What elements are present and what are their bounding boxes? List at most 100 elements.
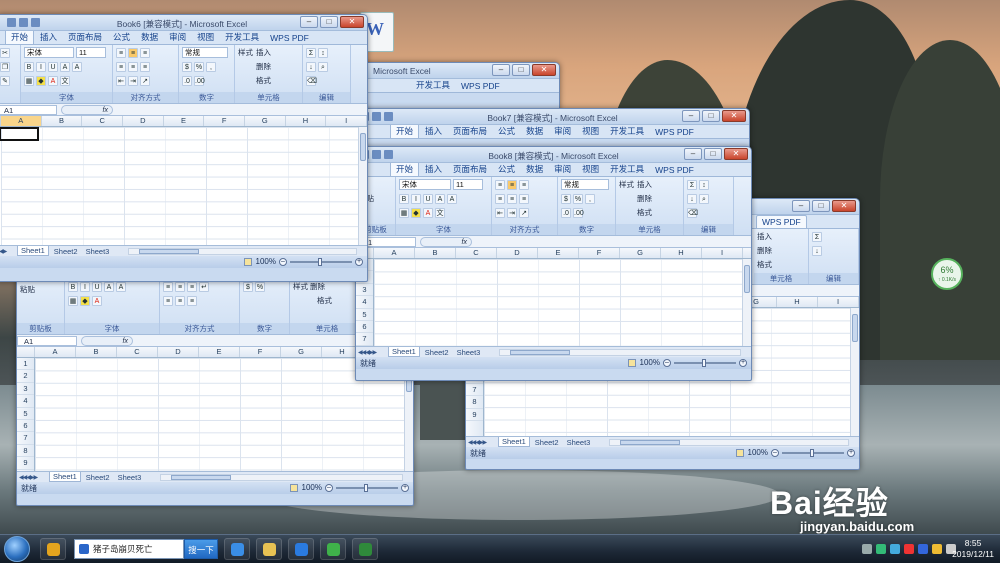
percent-icon[interactable]: % <box>194 61 204 72</box>
tab-view[interactable]: 视图 <box>192 30 219 44</box>
zoom-slider[interactable] <box>782 448 844 457</box>
tab-insert[interactable]: 插入 <box>420 124 447 138</box>
column-header[interactable]: G <box>281 347 322 357</box>
tab-review[interactable]: 审阅 <box>164 30 191 44</box>
start-button[interactable] <box>4 536 30 562</box>
zoom-level[interactable]: 100% <box>640 358 660 367</box>
fill-color-icon[interactable]: ◆ <box>411 207 421 218</box>
tab-page-layout[interactable]: 页面布局 <box>63 30 107 44</box>
sheet-nav-arrows[interactable]: ◀◀◀▶▶ <box>468 439 496 446</box>
zoom-out-button[interactable]: – <box>279 257 287 266</box>
sheet-tab[interactable]: Sheet2 <box>422 348 452 357</box>
align-bottom-icon[interactable]: ≡ <box>140 47 150 58</box>
formula-fx-button[interactable]: fx <box>420 236 472 247</box>
tab-data[interactable]: 数据 <box>521 162 548 176</box>
close-button[interactable]: ✕ <box>340 16 364 28</box>
decrease-decimal-icon[interactable]: .00 <box>573 207 584 218</box>
sum-icon[interactable]: Σ <box>687 179 697 190</box>
sort-icon[interactable]: ↕ <box>699 179 709 190</box>
row-header[interactable]: 6 <box>17 420 34 433</box>
align-right-icon[interactable]: ≡ <box>187 295 197 306</box>
align-middle-icon[interactable]: ≡ <box>175 281 185 292</box>
currency-icon[interactable]: $ <box>182 61 192 72</box>
360-browser-icon[interactable] <box>320 538 346 560</box>
increase-decimal-icon[interactable]: .0 <box>561 207 571 218</box>
shrink-font-icon[interactable]: A <box>116 281 126 292</box>
fill-icon[interactable]: ↓ <box>306 61 316 72</box>
sheet-tab[interactable]: Sheet1 <box>49 472 81 482</box>
currency-icon[interactable]: $ <box>561 193 571 204</box>
tray-icon[interactable] <box>862 544 872 554</box>
sheet-tab[interactable]: Sheet3 <box>454 348 484 357</box>
zoom-in-button[interactable]: + <box>847 448 855 457</box>
column-header[interactable]: E <box>199 347 240 357</box>
column-header[interactable]: B <box>76 347 117 357</box>
tab-view[interactable]: 视图 <box>577 162 604 176</box>
column-header[interactable]: F <box>204 116 245 126</box>
format-cells-button[interactable]: 格式 <box>757 259 772 270</box>
column-header[interactable]: B <box>415 248 456 258</box>
view-normal-icon[interactable] <box>289 483 298 492</box>
paste-button[interactable]: 粘贴 <box>20 284 35 295</box>
sheet-tab[interactable]: Sheet2 <box>83 473 113 482</box>
fill-icon[interactable]: ↓ <box>812 245 822 256</box>
row-header[interactable]: 6 <box>356 321 373 334</box>
formula-fx-button[interactable]: fx <box>61 104 113 115</box>
tab-wps-pdf[interactable]: WPS PDF <box>265 32 314 44</box>
row-header[interactable]: 5 <box>356 309 373 321</box>
view-normal-icon[interactable] <box>735 448 744 457</box>
increase-decimal-icon[interactable]: .0 <box>182 75 192 86</box>
kugou-icon[interactable] <box>288 538 314 560</box>
indent-icon[interactable]: ⇤ <box>116 75 126 86</box>
tab-developer[interactable]: 开发工具 <box>605 124 649 138</box>
horizontal-scrollbar[interactable] <box>128 247 357 255</box>
border-icon[interactable]: ▦ <box>68 295 78 306</box>
font-name-select[interactable]: 宋体 <box>399 179 451 190</box>
align-middle-icon[interactable]: ≡ <box>128 47 138 58</box>
align-right-icon[interactable]: ≡ <box>519 193 529 204</box>
view-normal-icon[interactable] <box>627 358 636 367</box>
delete-cells-button[interactable]: 删除 <box>757 245 772 256</box>
maximize-button[interactable]: □ <box>702 110 720 122</box>
minimize-button[interactable]: – <box>492 64 510 76</box>
zoom-in-button[interactable]: + <box>401 483 409 492</box>
format-painter-icon[interactable]: ✎ <box>0 75 10 86</box>
minimize-button[interactable]: – <box>792 200 810 212</box>
view-normal-icon[interactable] <box>243 257 252 266</box>
row-header[interactable]: 7 <box>466 384 483 397</box>
align-center-icon[interactable]: ≡ <box>507 193 517 204</box>
tab-insert[interactable]: 插入 <box>35 30 62 44</box>
column-header[interactable]: E <box>538 248 579 258</box>
align-center-icon[interactable]: ≡ <box>128 61 138 72</box>
column-header[interactable]: I <box>326 116 367 126</box>
indent-icon[interactable]: ⇤ <box>495 207 505 218</box>
row-header[interactable]: 7 <box>17 432 34 445</box>
row-header[interactable]: 9 <box>466 409 483 421</box>
tab-page-layout[interactable]: 页面布局 <box>448 162 492 176</box>
tray-icon[interactable] <box>918 544 928 554</box>
font-size-select[interactable]: 11 <box>76 47 106 58</box>
title-bar[interactable]: Book6 [兼容模式] - Microsoft Excel – □ ✕ <box>0 15 367 31</box>
phonetic-icon[interactable]: 文 <box>60 75 70 86</box>
close-button[interactable]: ✕ <box>722 110 746 122</box>
grow-font-icon[interactable]: A <box>435 193 445 204</box>
align-center-icon[interactable]: ≡ <box>175 295 185 306</box>
vertical-scrollbar[interactable] <box>742 259 751 346</box>
app-icon[interactable] <box>40 538 66 560</box>
title-bar[interactable]: Book8 [兼容模式] - Microsoft Excel – □ ✕ <box>356 147 751 163</box>
styles-button[interactable]: 样式 <box>293 281 308 292</box>
row-header[interactable]: 7 <box>356 333 373 346</box>
comma-icon[interactable]: , <box>206 61 216 72</box>
bold-button[interactable]: B <box>399 193 409 204</box>
name-box[interactable]: A1 <box>0 104 57 115</box>
sheet-nav-arrows[interactable]: ◀▶ <box>0 248 15 255</box>
minimize-button[interactable]: – <box>682 110 700 122</box>
align-middle-icon[interactable]: ≡ <box>507 179 517 190</box>
outdent-icon[interactable]: ⇥ <box>507 207 517 218</box>
sheet-tab[interactable]: Sheet1 <box>498 437 530 447</box>
align-left-icon[interactable]: ≡ <box>495 193 505 204</box>
column-header[interactable]: I <box>818 297 859 307</box>
tab-insert[interactable]: 插入 <box>420 162 447 176</box>
align-left-icon[interactable]: ≡ <box>163 295 173 306</box>
clock[interactable]: 8:55 2019/12/11 <box>952 538 994 560</box>
